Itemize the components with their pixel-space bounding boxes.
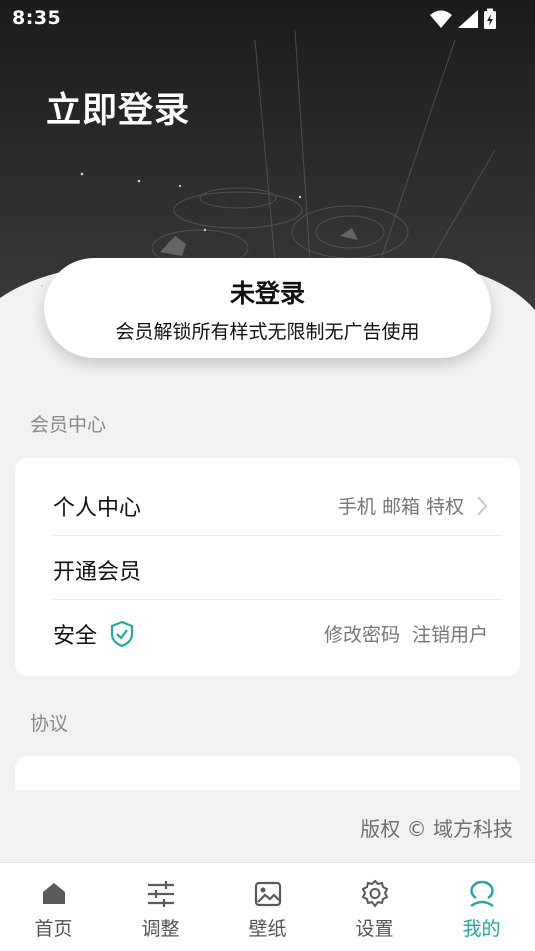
sliders-icon [147, 881, 174, 907]
security-label-text: 安全 [53, 624, 98, 649]
status-icons [429, 8, 497, 30]
tab-settings[interactable]: 设置 [321, 863, 428, 951]
personal-center-detail: 手机 邮箱 特权 [338, 492, 488, 519]
tab-wallpaper[interactable]: 壁纸 [214, 863, 321, 951]
bottom-tab-bar: 首页 调整 壁纸 设置 我的 [0, 862, 535, 951]
login-status-text: 未登录 [229, 279, 305, 308]
security-row: 安全 修改密码 注销用户 [15, 600, 520, 664]
security-actions: 修改密码 注销用户 [324, 620, 488, 647]
tab-mine[interactable]: 我的 [428, 863, 535, 951]
profile-icon [469, 880, 494, 907]
personal-center-label: 个人中心 [53, 496, 142, 521]
status-bar: 8:35 [0, 0, 535, 36]
battery-charging-icon [484, 8, 496, 29]
home-icon [42, 883, 65, 904]
tab-adjust[interactable]: 调整 [107, 863, 214, 951]
change-password-link[interactable]: 修改密码 [324, 620, 400, 647]
login-card[interactable]: 未登录 会员解锁所有样式无限制无广告使用 [44, 258, 491, 358]
tab-adjust-label: 调整 [141, 918, 180, 940]
member-section-title: 会员中心 [30, 414, 107, 436]
membership-promo-text: 会员解锁所有样式无限制无广告使用 [115, 321, 420, 343]
delete-account-link[interactable]: 注销用户 [412, 620, 488, 647]
tab-wallpaper-label: 壁纸 [248, 918, 287, 940]
personal-center-detail-text: 手机 邮箱 特权 [337, 496, 464, 518]
wifi-icon [430, 10, 452, 28]
tab-settings-label: 设置 [355, 918, 394, 940]
status-time: 8:35 [12, 7, 62, 29]
agreement-panel [15, 756, 520, 790]
tab-mine-label: 我的 [462, 918, 501, 940]
image-icon [254, 881, 281, 907]
personal-center-row[interactable]: 个人中心 手机 邮箱 特权 [15, 472, 520, 536]
chevron-right-icon [477, 495, 488, 516]
agreement-section-title: 协议 [30, 713, 69, 735]
tab-home-label: 首页 [34, 918, 73, 940]
copyright-text: 版权 © 域方科技 [360, 817, 513, 841]
tab-home[interactable]: 首页 [0, 863, 107, 951]
open-membership-label: 开通会员 [53, 560, 142, 585]
open-membership-row[interactable]: 开通会员 [15, 536, 520, 600]
shield-check-icon [110, 620, 134, 648]
security-label: 安全 [53, 618, 134, 650]
cellular-signal-icon [458, 10, 478, 28]
gear-icon [361, 879, 388, 908]
member-panel: 个人中心 手机 邮箱 特权 开通会员 安全 修改密码 注销用户 [15, 458, 520, 676]
login-title[interactable]: 立即登录 [46, 82, 190, 133]
